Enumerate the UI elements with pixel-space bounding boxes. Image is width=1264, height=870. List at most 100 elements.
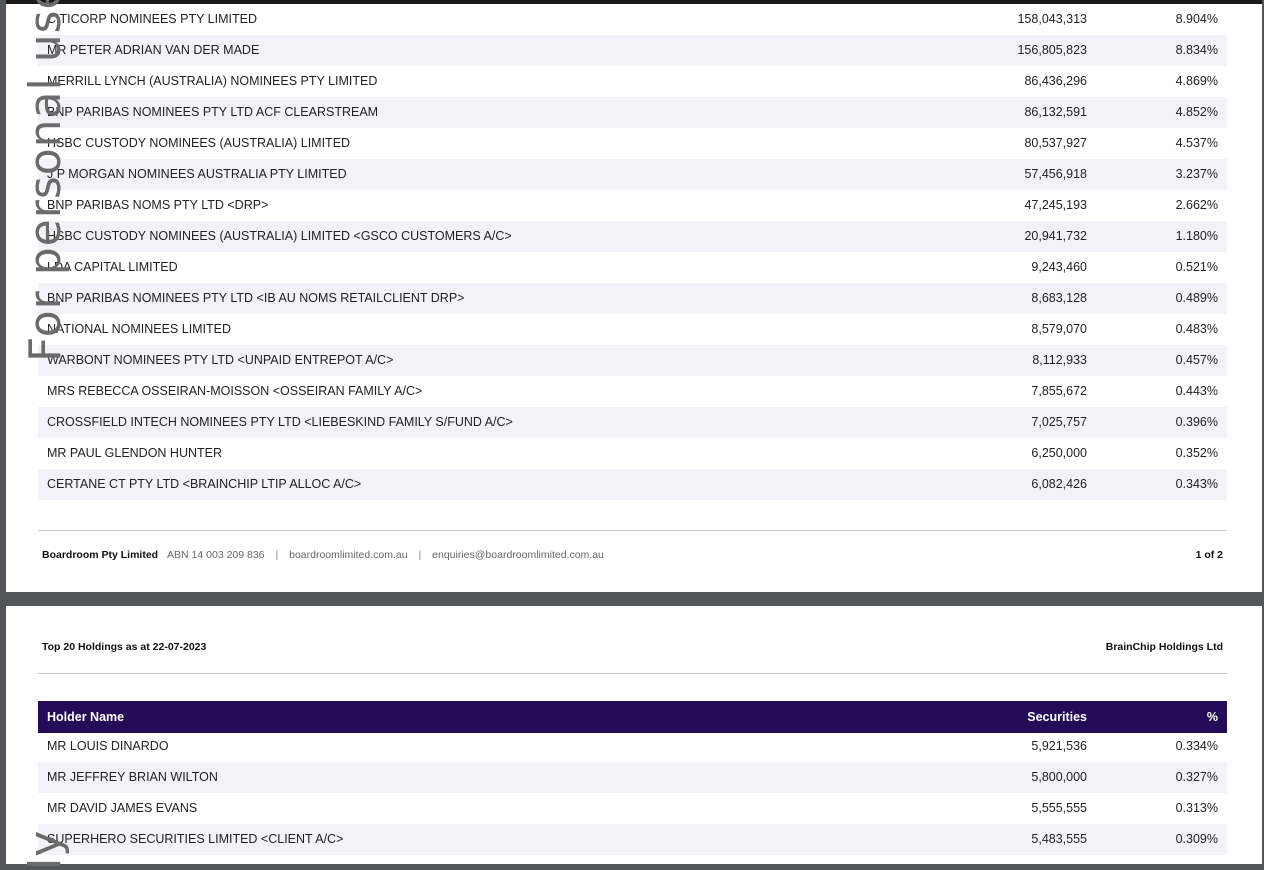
table-row: HSBC CUSTODY NOMINEES (AUSTRALIA) LIMITE… xyxy=(38,221,1227,252)
page-footer: Boardroom Pty Limited ABN 14 003 209 836… xyxy=(42,549,1223,561)
percent-cell: 0.327% xyxy=(1175,770,1218,784)
header-divider xyxy=(38,673,1227,674)
securities-cell: 47,245,193 xyxy=(1024,198,1087,212)
holdings-table-page-1: CITICORP NOMINEES PTY LIMITED 158,043,313… xyxy=(38,4,1227,500)
percent-cell: 1.180% xyxy=(1175,229,1218,243)
holdings-table-page-2: MR LOUIS DINARDO 5,921,536 0.334% MR JEFFRE… xyxy=(38,731,1227,855)
column-header-holder-name: Holder Name xyxy=(47,710,125,724)
securities-cell: 8,683,128 xyxy=(1031,291,1087,305)
securities-cell: 9,243,460 xyxy=(1031,260,1087,274)
percent-cell: 4.869% xyxy=(1175,74,1218,88)
securities-cell: 8,579,070 xyxy=(1031,322,1087,336)
footer-divider xyxy=(38,530,1227,531)
percent-cell: 0.313% xyxy=(1175,801,1218,815)
percent-cell: 0.483% xyxy=(1175,322,1218,336)
table-row: WARBONT NOMINEES PTY LTD <UNPAID ENTREPO… xyxy=(38,345,1227,376)
holder-name-cell: CITICORP NOMINEES PTY LIMITED xyxy=(47,12,257,26)
footer-separator: | xyxy=(418,549,422,561)
percent-cell: 0.521% xyxy=(1175,260,1218,274)
pdf-page-2: Top 20 Holdings as at 22-07-2023 BrainCh… xyxy=(6,606,1262,864)
table-row: SUPERHERO SECURITIES LIMITED <CLIENT A/C… xyxy=(38,824,1227,855)
footer-abn: ABN 14 003 209 836 xyxy=(167,549,265,561)
table-row: MR DAVID JAMES EVANS 5,555,555 0.313% xyxy=(38,793,1227,824)
table-row: CROSSFIELD INTECH NOMINEES PTY LTD <LIEB… xyxy=(38,407,1227,438)
percent-cell: 0.352% xyxy=(1175,446,1218,460)
securities-cell: 80,537,927 xyxy=(1024,136,1087,150)
table-row: MR LOUIS DINARDO 5,921,536 0.334% xyxy=(38,731,1227,762)
securities-cell: 86,436,296 xyxy=(1024,74,1087,88)
percent-cell: 4.852% xyxy=(1175,105,1218,119)
percent-cell: 0.396% xyxy=(1175,415,1218,429)
holder-name-cell: MR LOUIS DINARDO xyxy=(47,739,169,753)
table-row: NATIONAL NOMINEES LIMITED 8,579,070 0.483% xyxy=(38,314,1227,345)
page-header: Top 20 Holdings as at 22-07-2023 BrainCh… xyxy=(42,641,1223,653)
table-header: Holder Name Securities % xyxy=(38,701,1227,733)
securities-cell: 5,555,555 xyxy=(1031,801,1087,815)
holder-name-cell: CROSSFIELD INTECH NOMINEES PTY LTD <LIEB… xyxy=(47,415,513,429)
holder-name-cell: MR JEFFREY BRIAN WILTON xyxy=(47,770,218,784)
table-row: CITICORP NOMINEES PTY LIMITED 158,043,313… xyxy=(38,4,1227,35)
holder-name-cell: MERRILL LYNCH (AUSTRALIA) NOMINEES PTY L… xyxy=(47,74,378,88)
footer-website[interactable]: boardroomlimited.com.au xyxy=(289,549,407,561)
securities-cell: 158,043,313 xyxy=(1017,12,1087,26)
holder-name-cell: CERTANE CT PTY LTD <BRAINCHIP LTIP ALLOC… xyxy=(47,477,362,491)
securities-cell: 7,025,757 xyxy=(1031,415,1087,429)
table-row: BNP PARIBAS NOMS PTY LTD <DRP> 47,245,193… xyxy=(38,190,1227,221)
column-header-securities: Securities xyxy=(1027,710,1087,724)
securities-cell: 86,132,591 xyxy=(1024,105,1087,119)
holder-name-cell: MR PETER ADRIAN VAN DER MADE xyxy=(47,43,260,57)
table-row: HSBC CUSTODY NOMINEES (AUSTRALIA) LIMITE… xyxy=(38,128,1227,159)
securities-cell: 5,800,000 xyxy=(1031,770,1087,784)
percent-cell: 4.537% xyxy=(1175,136,1218,150)
holder-name-cell: MR PAUL GLENDON HUNTER xyxy=(47,446,223,460)
table-row: CERTANE CT PTY LTD <BRAINCHIP LTIP ALLOC… xyxy=(38,469,1227,500)
percent-cell: 3.237% xyxy=(1175,167,1218,181)
holder-name-cell: BNP PARIBAS NOMINEES PTY LTD <IB AU NOMS… xyxy=(47,291,465,305)
pdf-page-1: CITICORP NOMINEES PTY LIMITED 158,043,313… xyxy=(6,0,1262,592)
table-row: J P MORGAN NOMINEES AUSTRALIA PTY LIMITE… xyxy=(38,159,1227,190)
table-row: MRS REBECCA OSSEIRAN-MOISSON <OSSEIRAN F… xyxy=(38,376,1227,407)
footer-separator: | xyxy=(275,549,279,561)
column-header-percent: % xyxy=(1206,710,1218,724)
table-row: BNP PARIBAS NOMINEES PTY LTD <IB AU NOMS… xyxy=(38,283,1227,314)
percent-cell: 0.343% xyxy=(1175,477,1218,491)
table-row: MR PAUL GLENDON HUNTER 6,250,000 0.352% xyxy=(38,438,1227,469)
holder-name-cell: J P MORGAN NOMINEES AUSTRALIA PTY LIMITE… xyxy=(47,167,347,181)
securities-cell: 5,483,555 xyxy=(1031,832,1087,846)
holder-name-cell: BNP PARIBAS NOMINEES PTY LTD ACF CLEARST… xyxy=(47,105,379,119)
percent-cell: 0.309% xyxy=(1175,832,1218,846)
company-name: BrainChip Holdings Ltd xyxy=(1105,641,1223,653)
securities-cell: 7,855,672 xyxy=(1031,384,1087,398)
table-row: MR PETER ADRIAN VAN DER MADE 156,805,823 8… xyxy=(38,35,1227,66)
securities-cell: 8,112,933 xyxy=(1032,353,1087,367)
percent-cell: 8.904% xyxy=(1175,12,1218,26)
securities-cell: 57,456,918 xyxy=(1024,167,1087,181)
percent-cell: 2.662% xyxy=(1175,198,1218,212)
report-title: Top 20 Holdings as at 22-07-2023 xyxy=(42,641,207,653)
securities-cell: 5,921,536 xyxy=(1031,739,1087,753)
table-row: MR JEFFREY BRIAN WILTON 5,800,000 0.327% xyxy=(38,762,1227,793)
holder-name-cell: MR DAVID JAMES EVANS xyxy=(47,801,198,815)
securities-cell: 6,250,000 xyxy=(1031,446,1087,460)
footer-brand: Boardroom Pty Limited xyxy=(42,549,159,561)
holder-name-cell: BNP PARIBAS NOMS PTY LTD <DRP> xyxy=(47,198,269,212)
holder-name-cell: WARBONT NOMINEES PTY LTD <UNPAID ENTREPO… xyxy=(47,353,394,367)
percent-cell: 8.834% xyxy=(1175,43,1218,57)
holder-name-cell: NATIONAL NOMINEES LIMITED xyxy=(47,322,232,336)
percent-cell: 0.489% xyxy=(1175,291,1218,305)
table-row: BNP PARIBAS NOMINEES PTY LTD ACF CLEARST… xyxy=(38,97,1227,128)
holder-name-cell: HSBC CUSTODY NOMINEES (AUSTRALIA) LIMITE… xyxy=(47,229,512,243)
footer-email[interactable]: enquiries@boardroomlimited.com.au xyxy=(432,549,604,561)
percent-cell: 0.334% xyxy=(1175,739,1218,753)
holder-name-cell: MRS REBECCA OSSEIRAN-MOISSON <OSSEIRAN F… xyxy=(47,384,423,398)
page-number: 1 of 2 xyxy=(1195,549,1223,561)
securities-cell: 156,805,823 xyxy=(1017,43,1087,57)
holder-name-cell: SUPERHERO SECURITIES LIMITED <CLIENT A/C… xyxy=(47,832,344,846)
table-row: LDA CAPITAL LIMITED 9,243,460 0.521% xyxy=(38,252,1227,283)
table-row: MERRILL LYNCH (AUSTRALIA) NOMINEES PTY L… xyxy=(38,66,1227,97)
holder-name-cell: HSBC CUSTODY NOMINEES (AUSTRALIA) LIMITE… xyxy=(47,136,351,150)
securities-cell: 20,941,732 xyxy=(1024,229,1087,243)
watermark-text: For personal use o xyxy=(20,0,71,362)
percent-cell: 0.443% xyxy=(1175,384,1218,398)
percent-cell: 0.457% xyxy=(1175,353,1218,367)
